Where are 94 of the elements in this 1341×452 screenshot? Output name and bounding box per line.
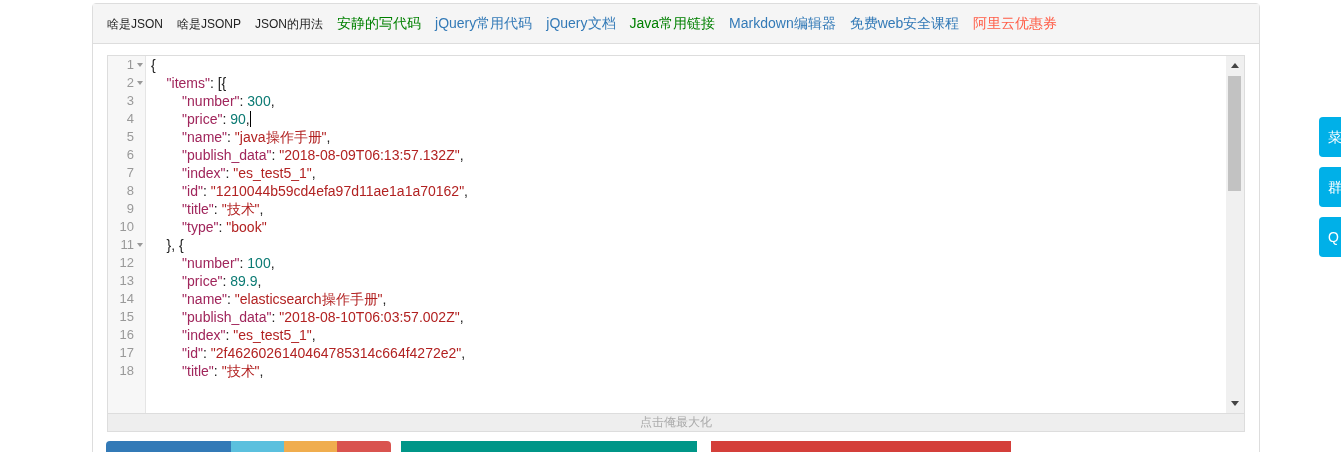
scrollbar[interactable]	[1226, 56, 1244, 413]
code-text: ,	[459, 146, 464, 164]
json-key: "number"	[151, 92, 240, 110]
code-text: :	[222, 110, 228, 128]
json-string: "elasticsearch操作手册"	[234, 290, 383, 308]
json-key: "index"	[151, 326, 226, 344]
code-text: ,	[311, 164, 316, 182]
line-number: 7	[126, 164, 134, 182]
code-text: :	[239, 254, 245, 272]
code-text: ,	[245, 110, 250, 128]
scroll-down-icon[interactable]	[1231, 401, 1239, 406]
json-string: "技术"	[221, 362, 260, 380]
side-button[interactable]: 群	[1319, 167, 1341, 207]
code-text: :	[213, 362, 219, 380]
json-key: "id"	[151, 182, 203, 200]
line-number: 12	[119, 254, 134, 272]
json-number: 100	[247, 254, 271, 272]
line-number: 17	[119, 344, 134, 362]
json-string: "技术"	[221, 200, 260, 218]
code-text: :	[239, 92, 245, 110]
code-text: ,	[382, 290, 387, 308]
code-text: :	[225, 164, 231, 182]
json-string: "es_test5_1"	[233, 326, 312, 344]
code-text: ,	[259, 362, 264, 380]
json-key: "id"	[151, 344, 203, 362]
line-number: 8	[126, 182, 134, 200]
json-string: "2018-08-10T06:03:57.002Z"	[279, 308, 460, 326]
line-number: 4	[126, 110, 134, 128]
json-key: "items"	[151, 74, 210, 92]
line-number: 16	[119, 326, 134, 344]
code-text: :	[225, 326, 231, 344]
nav-link[interactable]: Java常用链接	[629, 13, 716, 34]
line-number: 5	[126, 128, 134, 146]
line-number: 2	[126, 74, 134, 92]
line-number: 10	[119, 218, 134, 236]
code-text: {	[151, 56, 156, 74]
code-text: : [{	[209, 74, 227, 92]
side-button[interactable]: Q	[1319, 217, 1341, 257]
json-number: 300	[247, 92, 271, 110]
nav-link[interactable]: 啥是JSON	[107, 14, 163, 33]
json-string: "1210044b59cd4efa97d11ae1a1a70162"	[210, 182, 465, 200]
code-text: :	[271, 146, 277, 164]
nav-link[interactable]: JSON的用法	[255, 14, 324, 33]
code-text: ,	[270, 92, 275, 110]
code-text: ,	[461, 344, 466, 362]
json-string: "book"	[226, 218, 267, 236]
side-button[interactable]: 菜	[1319, 117, 1341, 157]
scrollbar-thumb[interactable]	[1228, 76, 1241, 191]
code-text: ,	[326, 128, 331, 146]
json-key: "index"	[151, 164, 226, 182]
code-text: :	[222, 272, 228, 290]
json-string: "java操作手册"	[234, 128, 327, 146]
nav-link[interactable]: 安静的写代码	[337, 13, 422, 34]
nav-link[interactable]: 啥是JSONP	[177, 14, 242, 33]
code-text: :	[202, 344, 208, 362]
line-number: 1	[126, 56, 134, 74]
json-key: "title"	[151, 362, 214, 380]
line-number: 6	[126, 146, 134, 164]
json-string: "2018-08-09T06:13:57.132Z"	[279, 146, 460, 164]
line-number: 15	[119, 308, 134, 326]
json-key: "number"	[151, 254, 240, 272]
scroll-up-icon[interactable]	[1231, 63, 1239, 68]
code-text: ,	[464, 182, 468, 200]
code-text: ,	[270, 254, 275, 272]
json-string: "2f4626026140464785314c664f4272e2"	[210, 344, 462, 362]
code-text: ,	[311, 326, 316, 344]
code-text: :	[218, 218, 224, 236]
json-key: "type"	[151, 218, 219, 236]
nav-link[interactable]: 免费web安全课程	[849, 13, 960, 34]
code-text: :	[227, 290, 232, 308]
fold-arrow-icon[interactable]	[137, 243, 143, 247]
line-number: 3	[126, 92, 134, 110]
line-number: 18	[119, 362, 134, 380]
code-text: :	[227, 128, 232, 146]
fold-arrow-icon[interactable]	[137, 63, 143, 67]
line-number: 14	[119, 290, 134, 308]
nav-link[interactable]: jQuery文档	[546, 13, 616, 34]
code-text: :	[213, 200, 219, 218]
json-key: "title"	[151, 200, 214, 218]
fold-arrow-icon[interactable]	[137, 81, 143, 85]
code-text: ,	[459, 308, 464, 326]
nav-link[interactable]: Markdown编辑器	[729, 13, 836, 34]
line-number: 13	[119, 272, 134, 290]
code-text: :	[202, 182, 208, 200]
nav-link[interactable]: jQuery常用代码	[435, 13, 533, 34]
nav-link[interactable]: 阿里云优惠券	[973, 13, 1058, 34]
code-text: ,	[257, 272, 262, 290]
json-string: "es_test5_1"	[233, 164, 312, 182]
code-text: }, {	[165, 236, 184, 254]
code-text: ,	[259, 200, 264, 218]
line-number: 11	[120, 236, 134, 254]
json-number: 90	[230, 110, 246, 128]
code-text: :	[271, 308, 277, 326]
line-number: 9	[126, 200, 134, 218]
